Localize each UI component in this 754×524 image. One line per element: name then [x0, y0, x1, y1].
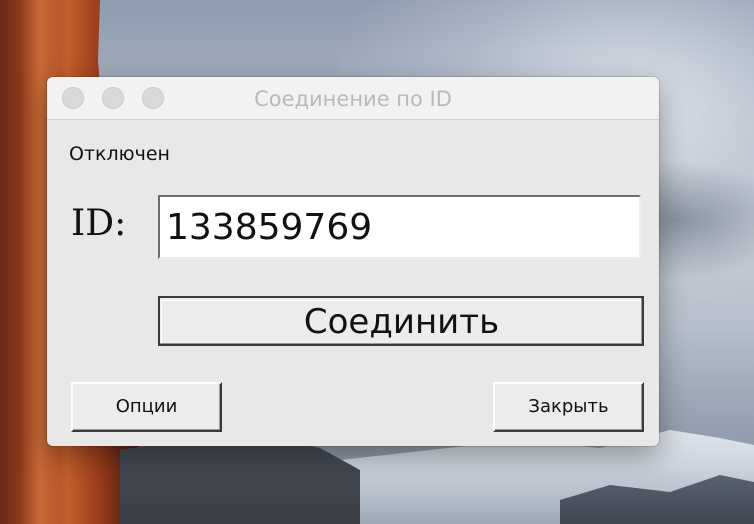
connection-status: Отключен: [69, 143, 170, 165]
connect-by-id-window: Соединение по ID Отключен ID: Соединить …: [47, 77, 659, 446]
connect-button-label: Соединить: [161, 299, 641, 343]
id-label: ID:: [71, 203, 127, 244]
options-button[interactable]: Опции: [71, 382, 222, 432]
id-input[interactable]: [158, 195, 641, 259]
close-button[interactable]: Закрыть: [493, 382, 644, 432]
window-title: Соединение по ID: [254, 87, 452, 111]
titlebar: Соединение по ID: [47, 77, 659, 120]
connect-button[interactable]: Соединить: [158, 296, 644, 346]
